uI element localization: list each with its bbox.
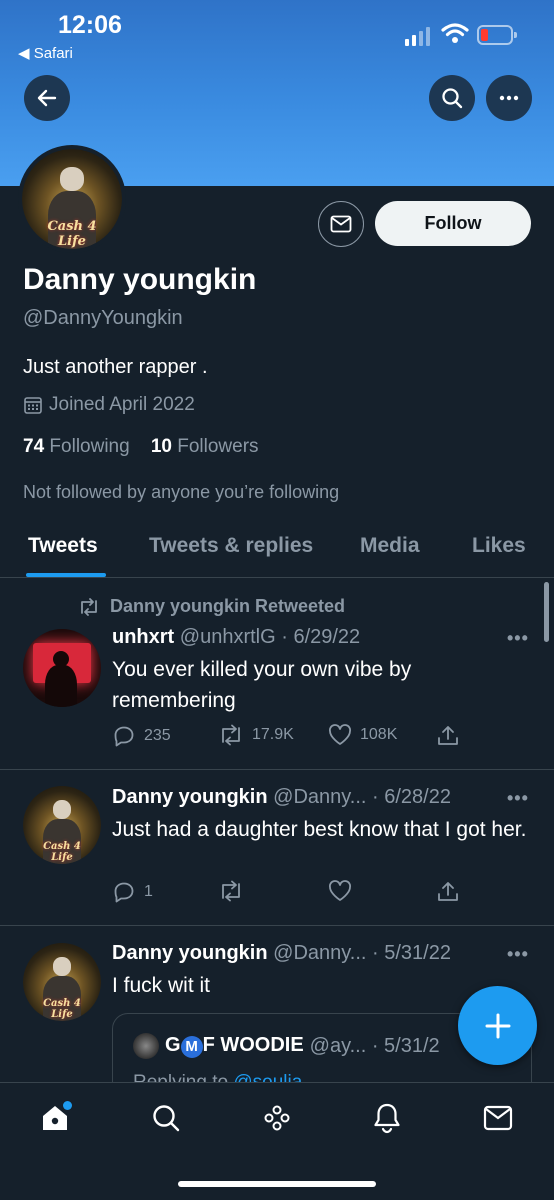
- nav-notifications[interactable]: [370, 1101, 404, 1135]
- like-button[interactable]: [328, 880, 352, 902]
- home-indicator[interactable]: [178, 1181, 376, 1187]
- avatar-logo-text: Cash 4 Life: [47, 219, 97, 249]
- wifi-icon: [441, 22, 469, 49]
- reply-button[interactable]: 1: [112, 880, 153, 904]
- tab-media[interactable]: Media: [360, 534, 420, 558]
- following-count: 74: [23, 436, 45, 457]
- following-label: Following: [49, 436, 130, 457]
- reply-button[interactable]: 235: [112, 724, 171, 748]
- tweet-actions: 235 17.9K 108K: [112, 724, 532, 754]
- tweet-more-button[interactable]: •••: [507, 944, 529, 965]
- status-bar: 12:06 ◀ Safari: [0, 0, 554, 70]
- tab-tweets-and-replies[interactable]: Tweets & replies: [149, 534, 313, 558]
- quoted-meta: @ay... · 5/31/2: [309, 1034, 440, 1057]
- tweet-avatar[interactable]: [23, 629, 101, 707]
- tweet-item[interactable]: unhxrt @unhxrtlG · 6/29/22 ••• You ever …: [0, 578, 554, 770]
- back-button[interactable]: [24, 75, 70, 121]
- plus-icon: [485, 1013, 510, 1038]
- compose-tweet-button[interactable]: [458, 986, 537, 1065]
- back-to-app-link[interactable]: ◀ Safari: [18, 44, 73, 62]
- tweet-header: unhxrt @unhxrtlG · 6/29/22: [112, 626, 360, 649]
- tweet-meta: @unhxrtlG · 6/29/22: [179, 626, 361, 648]
- tweet-meta: @Danny... · 5/31/22: [273, 942, 451, 964]
- followers-link[interactable]: 10 Followers: [151, 436, 259, 457]
- retweet-button[interactable]: [218, 880, 244, 902]
- tweet-avatar[interactable]: Cash 4 Life: [23, 943, 101, 1021]
- followers-count: 10: [150, 436, 172, 457]
- joined-text: Joined April 2022: [49, 394, 195, 415]
- tweet-item[interactable]: Cash 4 Life Danny youngkin @Danny... · 6…: [0, 770, 554, 926]
- spaces-icon: [264, 1105, 290, 1131]
- quoted-avatar: [133, 1033, 159, 1059]
- search-icon: [442, 88, 463, 109]
- tweet-more-button[interactable]: •••: [507, 788, 529, 809]
- following-link[interactable]: 74 Following: [23, 436, 130, 457]
- profile-tabs: Tweets Tweets & replies Media Likes: [0, 520, 554, 578]
- tweet-text: Just had a daughter best know that I got…: [112, 818, 527, 841]
- tweet-text: You ever killed your own vibe by remembe…: [112, 658, 412, 712]
- tweet-author-name[interactable]: Danny youngkin: [112, 942, 268, 964]
- scrollbar[interactable]: [544, 582, 549, 642]
- status-time: 12:06: [58, 11, 122, 39]
- active-tab-indicator: [26, 573, 106, 577]
- quoted-author-name: GMF WOODIE: [165, 1034, 304, 1058]
- like-button[interactable]: 108K: [328, 724, 397, 746]
- share-button[interactable]: [436, 880, 460, 904]
- calendar-icon: [24, 397, 42, 414]
- joined-date: Joined April 2022: [23, 394, 195, 416]
- search-button[interactable]: [429, 75, 475, 121]
- retweet-button[interactable]: 17.9K: [218, 724, 294, 746]
- share-icon: [438, 726, 458, 745]
- tweet-actions: 1: [112, 880, 532, 910]
- retweet-icon: [222, 724, 240, 746]
- tab-tweets[interactable]: Tweets: [28, 534, 98, 558]
- nav-messages[interactable]: [481, 1101, 515, 1135]
- tweet-header: Danny youngkin @Danny... · 6/28/22: [112, 786, 451, 809]
- nav-spaces[interactable]: [260, 1101, 294, 1135]
- tweet-author-name[interactable]: unhxrt: [112, 626, 174, 648]
- message-button[interactable]: [318, 201, 364, 247]
- battery-icon: [477, 25, 517, 45]
- more-button[interactable]: [486, 75, 532, 121]
- quoted-tweet-header: GMF WOODIE @ay... · 5/31/2: [133, 1033, 440, 1059]
- reply-count: 1: [144, 883, 153, 900]
- like-count: 108K: [360, 726, 398, 743]
- avatar-logo-text: Cash 4 Life: [43, 840, 81, 863]
- profile-display-name: Danny youngkin: [23, 263, 257, 296]
- bell-icon: [374, 1103, 400, 1134]
- profile-avatar[interactable]: Cash 4 Life: [18, 145, 126, 253]
- search-icon: [153, 1105, 180, 1132]
- profile-handle: @DannyYoungkin: [23, 307, 183, 329]
- envelope-icon: [483, 1105, 513, 1131]
- signal-icon: [405, 26, 433, 46]
- tab-likes[interactable]: Likes: [472, 534, 526, 558]
- m-badge-icon: M: [180, 1036, 203, 1058]
- follow-counts: 74 Following 10 Followers: [23, 436, 259, 458]
- follow-button[interactable]: Follow: [375, 201, 531, 246]
- nav-explore[interactable]: [149, 1101, 183, 1135]
- heart-icon: [329, 880, 351, 901]
- heart-icon: [329, 724, 351, 745]
- retweet-count: 17.9K: [252, 726, 294, 743]
- profile-bio: Just another rapper .: [23, 356, 208, 378]
- home-notification-dot: [63, 1101, 72, 1110]
- reply-icon: [114, 726, 134, 747]
- reply-icon: [114, 882, 134, 903]
- more-icon: [499, 95, 519, 101]
- not-followed-note: Not followed by anyone you’re following: [23, 482, 340, 502]
- arrow-left-icon: [37, 89, 57, 107]
- tweet-more-button[interactable]: •••: [507, 628, 529, 649]
- share-button[interactable]: [436, 724, 460, 748]
- tweet-meta: @Danny... · 6/28/22: [273, 786, 451, 808]
- share-icon: [438, 882, 458, 901]
- envelope-icon: [330, 215, 352, 233]
- tweet-author-name[interactable]: Danny youngkin: [112, 786, 268, 808]
- avatar-logo-text: Cash 4 Life: [43, 997, 81, 1020]
- followers-label: Followers: [177, 436, 259, 457]
- tweet-avatar[interactable]: Cash 4 Life: [23, 786, 101, 864]
- retweet-icon: [222, 880, 240, 902]
- tweet-header: Danny youngkin @Danny... · 5/31/22: [112, 942, 451, 965]
- nav-home[interactable]: [38, 1101, 72, 1135]
- reply-count: 235: [144, 727, 171, 744]
